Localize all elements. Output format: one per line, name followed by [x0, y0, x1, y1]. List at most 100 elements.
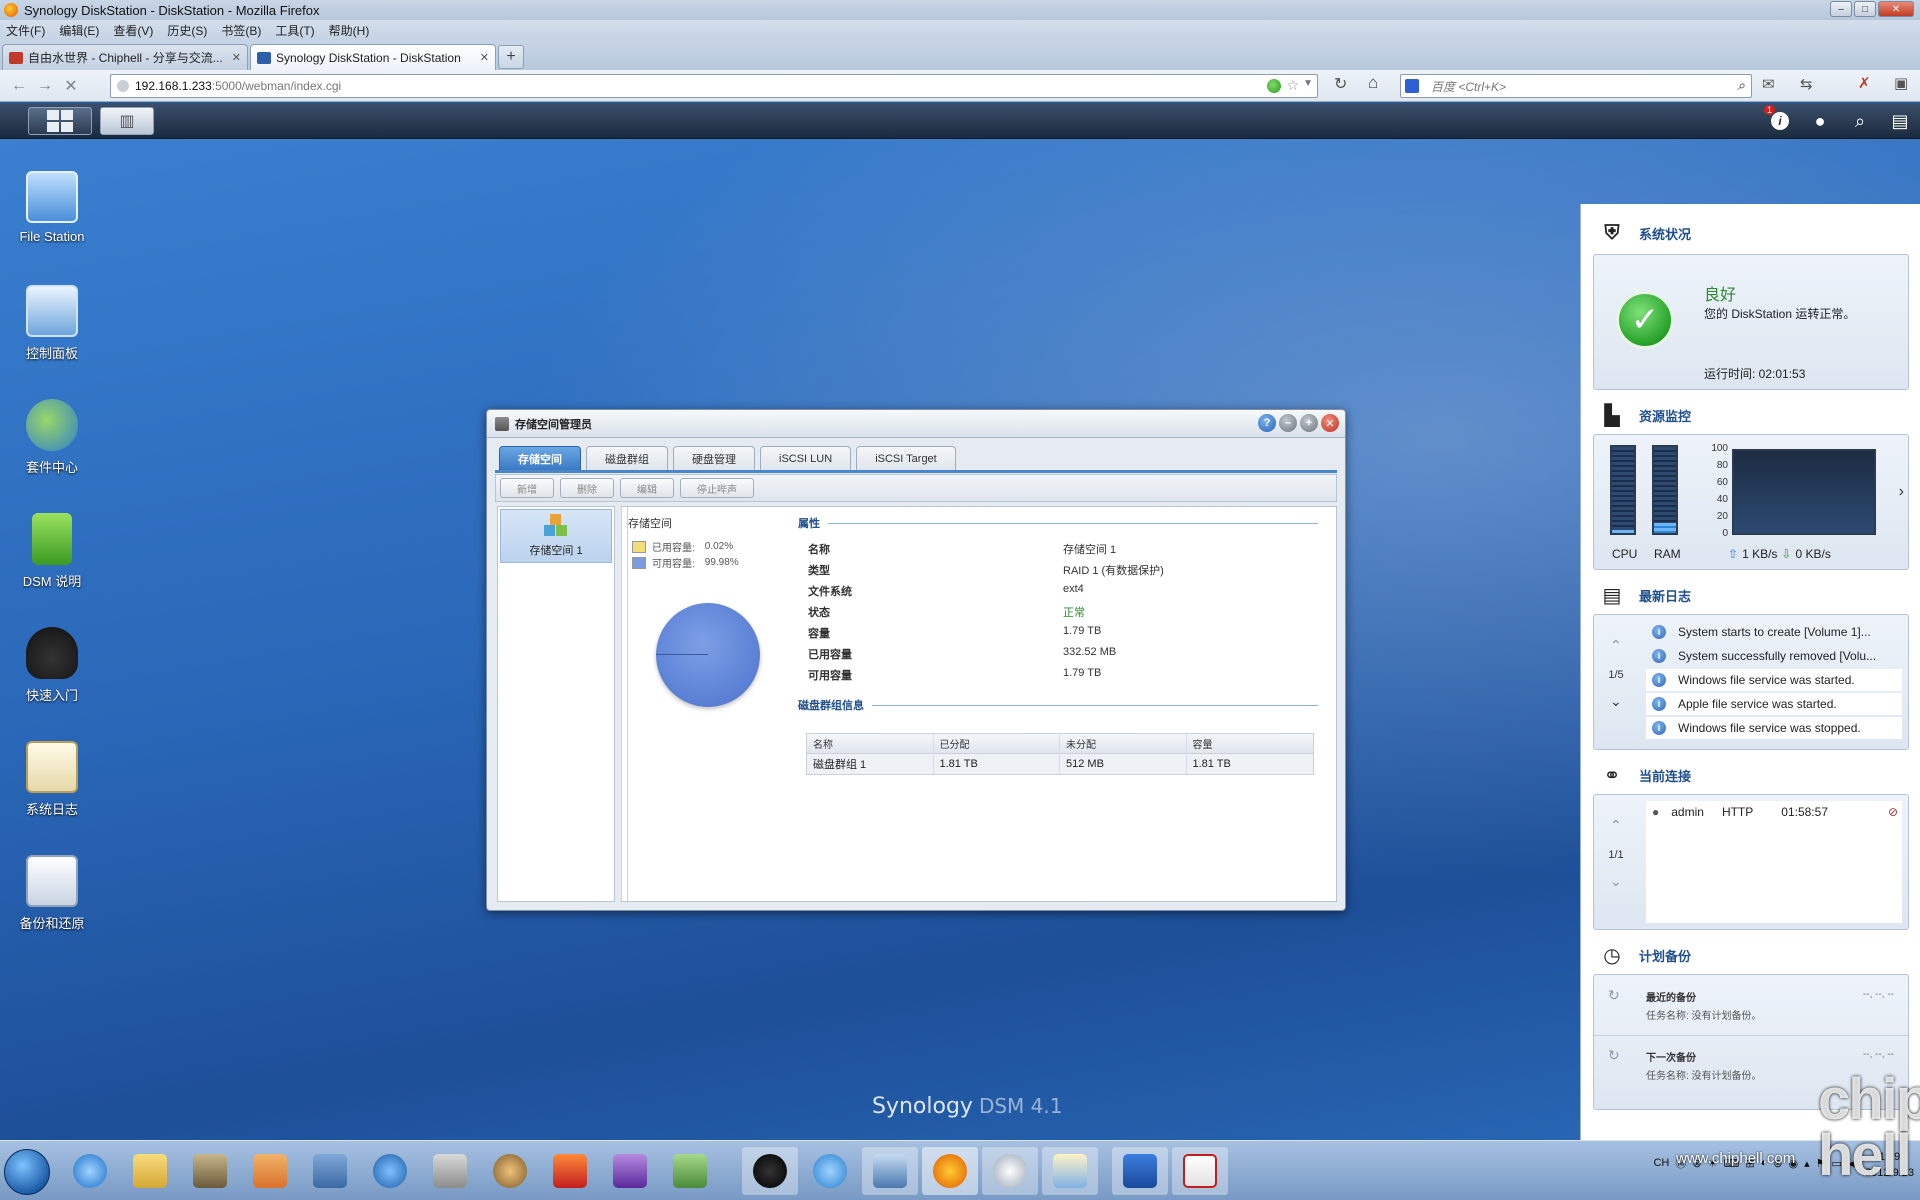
user-icon[interactable]: ● [1808, 109, 1832, 133]
create-button[interactable]: 新增 [500, 478, 554, 498]
back-icon[interactable]: ← [6, 74, 32, 98]
close-icon[interactable]: ✕ [1321, 414, 1339, 432]
close-tab-icon[interactable]: ✕ [480, 51, 489, 64]
notifications-button[interactable]: 1 i [1764, 105, 1792, 133]
explorer-icon[interactable] [122, 1147, 178, 1195]
desktop-icon-package-center[interactable]: 套件中心 [4, 399, 100, 476]
benchmark-icon[interactable] [542, 1147, 598, 1195]
qq-icon[interactable] [742, 1147, 798, 1195]
chevron-down-icon[interactable]: ⌄ [1610, 693, 1622, 710]
column-header-allocated[interactable]: 已分配 [934, 734, 1060, 753]
stop-icon[interactable]: ✕ [58, 74, 84, 98]
chevron-down-icon[interactable]: ⌄ [1610, 873, 1622, 890]
chevron-up-icon[interactable]: ⌃ [1610, 637, 1622, 654]
help-icon[interactable]: ? [1258, 414, 1276, 432]
menu-view[interactable]: 查看(V) [113, 22, 153, 39]
desktop-icon-system-log[interactable]: 系统日志 [4, 741, 100, 818]
desktop-icon-quick-start[interactable]: 快速入门 [4, 627, 100, 704]
stop-beep-button[interactable]: 停止哔声 [680, 478, 754, 498]
usage-chart-title: 存储空间 [628, 518, 672, 530]
log-item[interactable]: i Windows file service was stopped. [1646, 717, 1902, 739]
close-window-icon[interactable]: ✕ [1878, 1, 1914, 17]
mail-icon[interactable]: ✉ [1762, 75, 1775, 93]
column-header-name[interactable]: 名称 [807, 734, 934, 753]
connection-row[interactable]: ● admin HTTP 01:58:57 ⊘ [1652, 805, 1898, 819]
menu-tools[interactable]: 工具(T) [275, 22, 314, 39]
pdf-icon[interactable] [1172, 1147, 1228, 1195]
table-row[interactable]: 磁盘群组 1 1.81 TB 512 MB 1.81 TB [807, 754, 1313, 774]
search-icon[interactable]: ⌕ [1848, 109, 1872, 133]
url-bar[interactable]: 192.168.1.233:5000/webman/index.cgi ☆ ▼ [110, 74, 1318, 98]
search-input[interactable]: 百度 <Ctrl+K> ⌕ [1400, 74, 1752, 98]
drive-icon[interactable] [422, 1147, 478, 1195]
main-menu-button[interactable] [28, 107, 92, 135]
show-hidden-icon[interactable]: ▴ [1804, 1157, 1810, 1170]
log-item[interactable]: i Apple file service was started. [1646, 693, 1902, 715]
log-item[interactable]: i System starts to create [Volume 1]... [1646, 621, 1902, 643]
cpu-z-icon[interactable] [602, 1147, 658, 1195]
word-icon[interactable] [1112, 1147, 1168, 1195]
menu-more-icon[interactable]: ▣ [1894, 74, 1908, 92]
browser-tab-chiphell[interactable]: 自由水世界 - Chiphell - 分享与交流... ✕ [2, 44, 248, 70]
maximize-icon[interactable]: + [1300, 414, 1318, 432]
menu-file[interactable]: 文件(F) [6, 22, 45, 39]
minimize-icon[interactable]: – [1279, 414, 1297, 432]
game-icon[interactable] [482, 1147, 538, 1195]
window-title-bar[interactable]: 存储空间管理员 ? – + ✕ [487, 410, 1345, 438]
ie-icon[interactable] [62, 1147, 118, 1195]
menu-bookmarks[interactable]: 书签(B) [221, 22, 261, 39]
tab-disk-group[interactable]: 磁盘群组 [586, 446, 668, 470]
tab-volume[interactable]: 存储空间 [499, 446, 581, 470]
volume-list-item[interactable]: 存储空间 1 [500, 509, 612, 563]
kick-user-icon[interactable]: ⊘ [1888, 805, 1898, 819]
storage-manager-taskbar-button[interactable]: ▥ [100, 107, 154, 135]
url-dropdown-icon[interactable]: ▼ [1303, 78, 1313, 89]
chevron-right-icon[interactable]: › [1899, 483, 1904, 501]
chevron-up-icon[interactable]: ⌃ [1610, 817, 1622, 834]
site-identity-icon[interactable] [117, 80, 129, 92]
forward-icon[interactable]: → [32, 74, 58, 98]
go-icon[interactable] [1267, 79, 1281, 93]
tab-hdd-management[interactable]: 硬盘管理 [673, 446, 755, 470]
chat-icon[interactable] [802, 1147, 858, 1195]
paint-icon[interactable] [1042, 1147, 1098, 1195]
minimize-icon[interactable]: – [1830, 1, 1852, 17]
tab-iscsi-lun[interactable]: iSCSI LUN [760, 446, 852, 470]
desktop-icon-file-station[interactable]: File Station [4, 171, 100, 244]
column-header-unallocated[interactable]: 未分配 [1060, 734, 1187, 753]
player-icon[interactable] [362, 1147, 418, 1195]
reload-icon[interactable]: ↻ [1334, 74, 1347, 94]
search-icon[interactable]: ⌕ [1737, 77, 1745, 94]
desktop-icon-dsm-help[interactable]: DSM 说明 [4, 513, 100, 590]
start-button-icon[interactable] [4, 1149, 50, 1195]
log-item[interactable]: i Windows file service was started. [1646, 669, 1902, 691]
desktop-icon-backup-restore[interactable]: 备份和还原 [4, 855, 100, 932]
app-icon[interactable] [302, 1147, 358, 1195]
menu-help[interactable]: 帮助(H) [329, 22, 370, 39]
language-indicator[interactable]: CH [1653, 1157, 1669, 1169]
firefox-icon[interactable] [922, 1147, 978, 1195]
widgets-toggle-icon[interactable]: ▤ [1888, 109, 1912, 133]
tool-icon[interactable] [182, 1147, 238, 1195]
share-icon[interactable]: ⇆ [1800, 75, 1813, 93]
menu-edit[interactable]: 编辑(E) [59, 22, 99, 39]
desktop-icon-control-panel[interactable]: 控制面板 [4, 285, 100, 362]
close-tab-icon[interactable]: ✕ [232, 51, 241, 64]
delete-button[interactable]: 删除 [560, 478, 614, 498]
browser-tab-diskstation[interactable]: Synology DiskStation - DiskStation ✕ [250, 44, 496, 70]
addon-icon[interactable]: ✗ [1858, 74, 1871, 92]
log-item[interactable]: i System successfully removed [Volu... [1646, 645, 1902, 667]
disc-icon[interactable] [982, 1147, 1038, 1195]
home-icon[interactable]: ⌂ [1368, 73, 1378, 93]
tab-iscsi-target[interactable]: iSCSI Target [856, 446, 956, 470]
search-engine-icon[interactable] [1405, 79, 1419, 93]
column-header-capacity[interactable]: 容量 [1187, 734, 1314, 753]
media-icon[interactable] [242, 1147, 298, 1195]
network-icon[interactable] [862, 1147, 918, 1195]
bookmark-star-icon[interactable]: ☆ [1286, 77, 1299, 94]
map-icon[interactable] [662, 1147, 718, 1195]
new-tab-button[interactable]: + [498, 45, 524, 69]
maximize-icon[interactable]: □ [1854, 1, 1876, 17]
edit-button[interactable]: 编辑 [620, 478, 674, 498]
menu-history[interactable]: 历史(S) [167, 22, 207, 39]
